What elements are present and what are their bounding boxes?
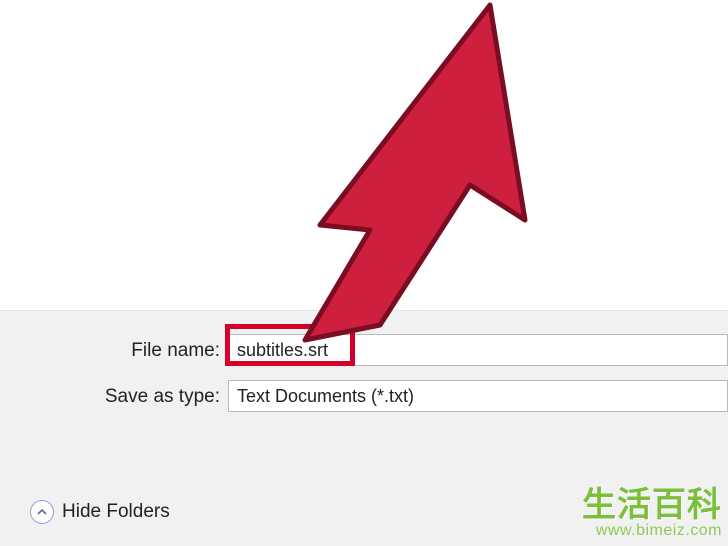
filename-label: File name: — [0, 340, 220, 362]
hide-folders-label: Hide Folders — [62, 501, 170, 523]
chevron-up-icon — [30, 500, 54, 524]
savetype-value: Text Documents (*.txt) — [237, 386, 414, 407]
filename-row: File name: — [0, 333, 728, 369]
file-browser-pane — [0, 0, 728, 310]
savetype-field-wrap: Text Documents (*.txt) — [228, 380, 728, 414]
filename-field-wrap — [228, 334, 728, 368]
savetype-label: Save as type: — [0, 386, 220, 408]
hide-folders-toggle[interactable]: Hide Folders — [30, 500, 170, 524]
savetype-row: Save as type: Text Documents (*.txt) — [0, 379, 728, 415]
savetype-combobox[interactable]: Text Documents (*.txt) — [228, 380, 728, 412]
save-form-area: File name: Save as type: Text Documents … — [0, 310, 728, 461]
dialog-canvas: File name: Save as type: Text Documents … — [0, 0, 728, 546]
filename-input[interactable] — [228, 334, 728, 366]
